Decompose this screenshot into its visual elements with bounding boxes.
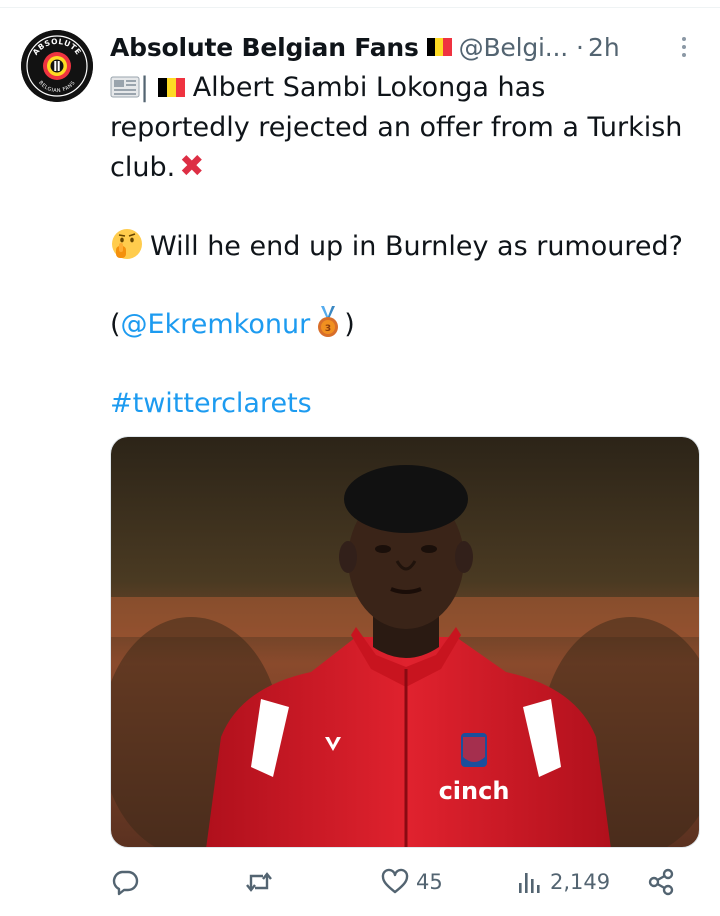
text-line-3: club. ✖ <box>110 147 700 188</box>
views-count: 2,149 <box>550 870 611 894</box>
share-icon <box>648 868 674 896</box>
newspaper-icon <box>110 76 140 98</box>
mention-link[interactable]: @Ekremkonur <box>121 309 311 340</box>
medal-icon: 3 <box>318 306 339 337</box>
text-line-1: | Albert Sambi Lokonga has <box>110 68 700 108</box>
text-line-2: reportedly rejected an offer from a Turk… <box>110 111 683 143</box>
tweet-header: Absolute Belgian Fans @Belgi... · 2h <box>110 28 690 66</box>
share-button[interactable] <box>646 862 682 902</box>
top-divider <box>0 0 720 8</box>
source-open-paren: ( <box>110 309 121 340</box>
retweet-icon <box>246 872 272 892</box>
tweet-actions: 45 2,149 <box>110 862 700 902</box>
text-line-1-content: Albert Sambi Lokonga has <box>192 72 546 103</box>
views-icon <box>519 873 540 893</box>
source-close-paren: ) <box>344 309 355 340</box>
heart-icon <box>381 868 409 894</box>
tweet-timestamp[interactable]: 2h <box>588 33 620 62</box>
tweet-text: | Albert Sambi Lokonga has reportedly re… <box>110 68 700 423</box>
tweet-image[interactable]: cinch <box>110 436 700 848</box>
like-count: 45 <box>416 870 443 894</box>
like-button[interactable]: 45 <box>380 862 443 902</box>
more-options-icon[interactable] <box>674 32 694 62</box>
news-bar: | <box>140 72 150 103</box>
shushing-face-icon <box>112 228 142 259</box>
text-line-4-content: Will he end up in Burnley as rumoured? <box>150 230 683 262</box>
text-line-3-content: club. <box>110 152 176 183</box>
text-line-5: (@Ekremkonur 3 ) <box>110 305 700 345</box>
avatar-logo: ABSOLUTE BELGIAN FANS <box>21 30 93 102</box>
belgium-flag-icon <box>426 38 452 56</box>
player-photo: cinch <box>111 437 699 847</box>
author-handle[interactable]: @Belgi... <box>459 33 569 62</box>
svg-text:3: 3 <box>325 324 331 334</box>
hashtag-link[interactable]: #twitterclarets <box>110 384 700 424</box>
retweet-button[interactable] <box>244 862 280 902</box>
views-button[interactable]: 2,149 <box>514 862 610 902</box>
separator-dot: · <box>576 32 584 62</box>
shirt-sponsor-text: cinch <box>439 777 510 805</box>
reply-button[interactable] <box>110 862 146 902</box>
reply-icon <box>112 870 139 896</box>
cross-mark-icon: ✖ <box>179 149 205 184</box>
author-name[interactable]: Absolute Belgian Fans <box>110 33 419 62</box>
text-line-4: Will he end up in Burnley as rumoured? <box>110 227 700 267</box>
belgium-flag-icon <box>157 78 185 97</box>
avatar[interactable]: ABSOLUTE BELGIAN FANS <box>21 30 93 102</box>
